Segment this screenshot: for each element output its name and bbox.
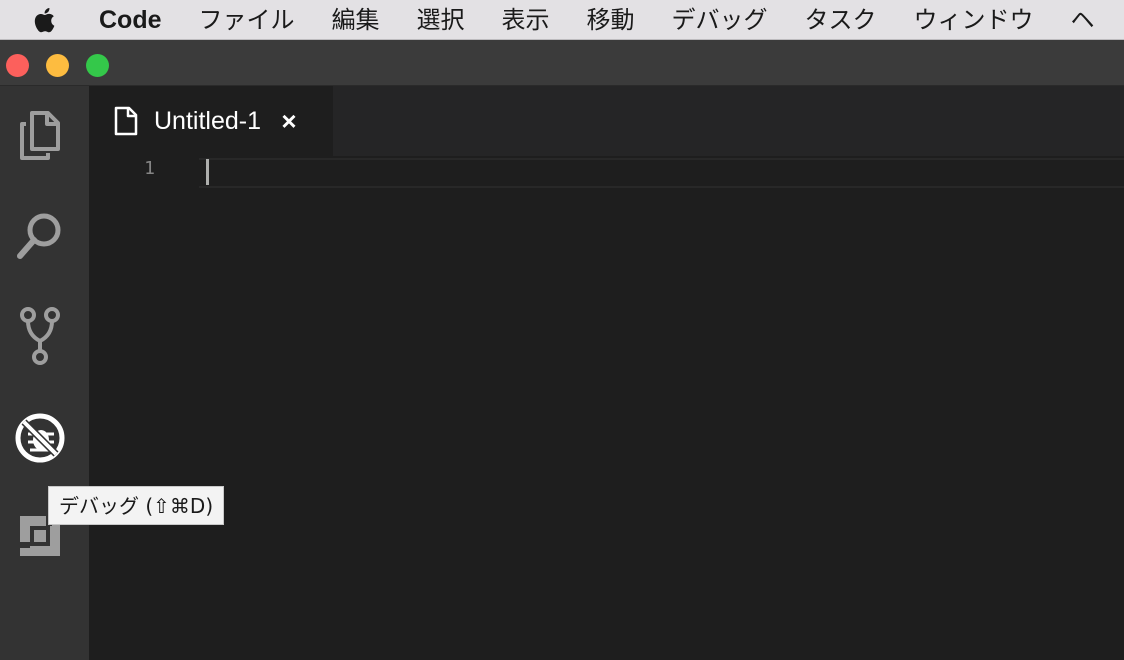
menu-view[interactable]: 表示 xyxy=(502,0,550,39)
menu-selection[interactable]: 選択 xyxy=(417,0,465,39)
tab-label: Untitled-1 xyxy=(154,106,261,135)
menu-go[interactable]: 移動 xyxy=(587,0,635,39)
apple-logo-icon[interactable] xyxy=(33,7,55,33)
window-minimize-button[interactable] xyxy=(46,54,69,77)
menu-edit[interactable]: 編集 xyxy=(332,0,380,39)
window-close-button[interactable] xyxy=(6,54,29,77)
line-number-gutter: 1 xyxy=(89,156,199,660)
current-line-highlight xyxy=(199,158,1124,188)
macos-menu-bar: Code ファイル 編集 選択 表示 移動 デバッグ タスク ウィンドウ ヘ xyxy=(0,0,1124,40)
menu-file[interactable]: ファイル xyxy=(199,0,295,39)
activity-bar xyxy=(0,86,89,660)
debug-tooltip: デバッグ (⇧⌘D) xyxy=(48,486,225,525)
editor-tab-bar: Untitled-1 × xyxy=(89,86,1124,156)
editor-area: Untitled-1 × 1 xyxy=(89,86,1124,660)
tab-close-icon[interactable]: × xyxy=(277,106,301,136)
window-title-bar xyxy=(0,40,1124,86)
text-cursor xyxy=(206,159,209,185)
line-number: 1 xyxy=(144,158,155,179)
file-icon xyxy=(113,106,139,136)
git-branch-icon[interactable] xyxy=(10,306,70,366)
menu-help[interactable]: ヘ xyxy=(1071,0,1095,39)
files-icon[interactable] xyxy=(10,106,70,166)
window-maximize-button[interactable] xyxy=(86,54,109,77)
menu-app-name[interactable]: Code xyxy=(99,0,162,39)
menu-tasks[interactable]: タスク xyxy=(805,0,877,39)
search-icon[interactable] xyxy=(10,206,70,266)
tab-untitled-1[interactable]: Untitled-1 × xyxy=(89,86,333,156)
debug-icon[interactable] xyxy=(10,408,70,468)
menu-window[interactable]: ウィンドウ xyxy=(914,0,1034,39)
menu-debug[interactable]: デバッグ xyxy=(672,0,768,39)
